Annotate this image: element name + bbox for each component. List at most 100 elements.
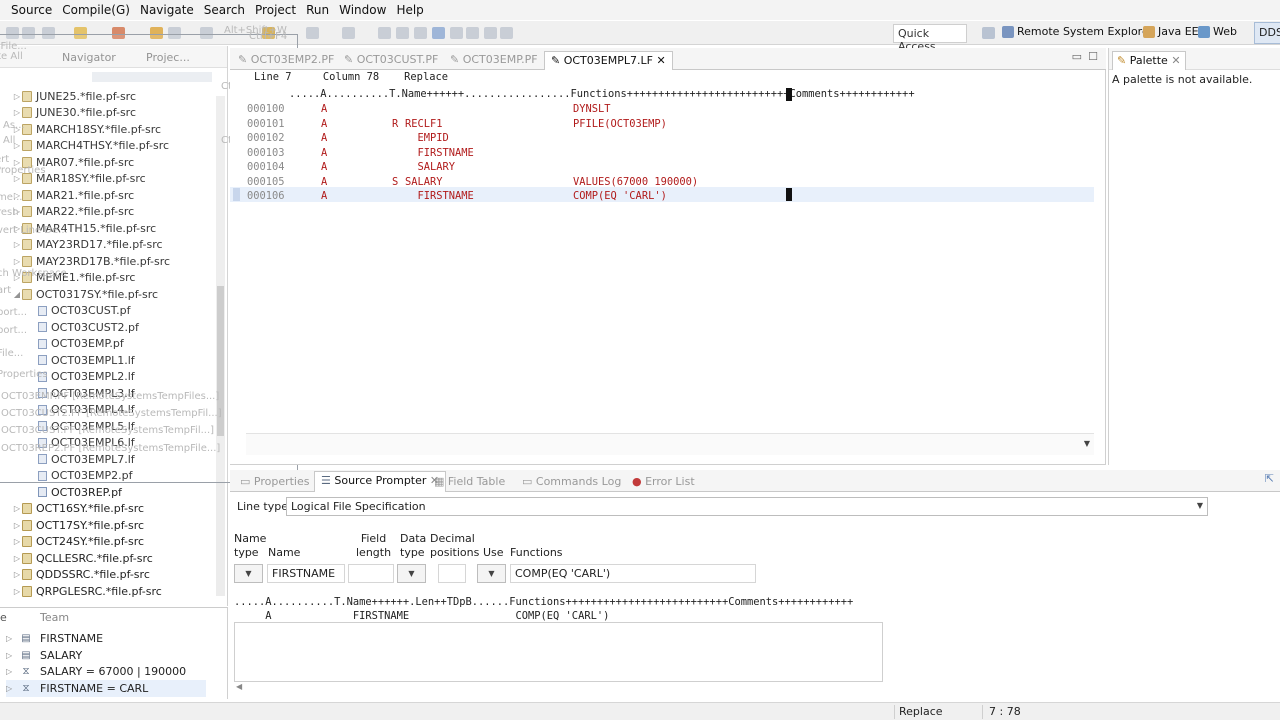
chevron-down-icon[interactable]: ◢ — [12, 290, 22, 299]
step-icon[interactable] — [432, 27, 445, 39]
perspective-dds[interactable]: DDS — [1254, 22, 1280, 44]
tree-member[interactable]: OCT03CUST2.pf — [38, 319, 139, 335]
tree-member[interactable]: OCT03CUST.pf — [38, 303, 131, 319]
drop-frame-icon[interactable] — [484, 27, 497, 39]
menu-source[interactable]: Source — [11, 3, 52, 17]
perspective-rse[interactable]: Remote System Explorer — [1002, 25, 1153, 38]
outline-item[interactable]: ▷ ▤ SALARY — [6, 647, 82, 664]
tree-member[interactable]: OCT03EMP.pf — [38, 336, 124, 352]
terminate-icon[interactable] — [396, 27, 409, 39]
left-scroll-thumb[interactable] — [217, 286, 224, 436]
print-icon[interactable] — [42, 27, 55, 39]
chevron-right-icon[interactable]: ▷ — [12, 587, 22, 596]
chevron-right-icon[interactable]: ▷ — [12, 273, 22, 282]
tab-projects[interactable]: Projec... — [146, 51, 190, 64]
chevron-right-icon[interactable]: ▷ — [12, 141, 22, 150]
editor-scroll-down-icon[interactable]: ▼ — [1084, 439, 1090, 448]
tree-member[interactable]: OCT03EMP2.pf — [38, 468, 132, 484]
tab-properties[interactable]: ▭ Properties — [234, 473, 315, 490]
code-line[interactable]: 000103 A FIRSTNAME — [230, 146, 1094, 160]
resume-icon[interactable] — [414, 27, 427, 39]
tab-source-prompter[interactable]: ☰ Source Prompter ✕ — [314, 471, 447, 492]
tree-source-file[interactable]: ▷ MEME1.*file.pf-src — [12, 270, 136, 286]
stop-icon[interactable] — [378, 27, 391, 39]
tab-oct03emp2-pf[interactable]: ✎ OCT03EMP2.PF — [232, 51, 340, 70]
undo-icon[interactable] — [342, 27, 355, 39]
tree-source-file[interactable]: ▷ OCT16SY.*file.pf-src — [12, 501, 144, 517]
decimal-positions-input[interactable] — [438, 564, 466, 583]
source-editor[interactable]: Line 7 Column 78 Replace .....A.........… — [230, 70, 1106, 465]
code-line[interactable]: 000102 A EMPID — [230, 131, 1094, 145]
functions-field[interactable]: COMP(EQ 'CARL') — [510, 564, 756, 583]
menu-help[interactable]: Help — [396, 3, 423, 17]
chevron-right-icon[interactable]: ▷ — [12, 240, 22, 249]
chevron-right-icon[interactable]: ▷ — [12, 108, 22, 117]
maximize-icon[interactable]: ☐ — [1088, 50, 1098, 63]
tree-source-file[interactable]: ▷ OCT24SY.*file.pf-src — [12, 534, 144, 550]
tree-source-file[interactable]: ▷ MAY23RD17B.*file.pf-src — [12, 253, 170, 269]
refresh-icon[interactable] — [74, 27, 87, 39]
menu-run[interactable]: Run — [306, 3, 329, 17]
build-icon[interactable] — [150, 27, 163, 39]
close-tab-icon[interactable]: ✕ — [656, 54, 665, 67]
chevron-right-icon[interactable]: ▷ — [12, 554, 22, 563]
chevron-right-icon[interactable]: ▷ — [12, 504, 22, 513]
run-icon[interactable] — [112, 27, 125, 39]
tab-field-table[interactable]: ▦ Field Table — [428, 473, 511, 490]
perspective-javaee[interactable]: Java EE — [1143, 25, 1199, 38]
outline-item[interactable]: ▷ ▤ FIRSTNAME — [6, 630, 103, 647]
search-icon[interactable] — [200, 27, 213, 39]
chevron-right-icon[interactable]: ▷ — [12, 125, 22, 134]
tab-oct03empl7-lf[interactable]: ✎ OCT03EMPL7.LF ✕ — [544, 51, 673, 70]
tree-source-file[interactable]: ▷ JUNE30.*file.pf-src — [12, 105, 136, 121]
tree-source-file[interactable]: ▷ MAR07.*file.pf-src — [12, 154, 134, 170]
tab-error-list[interactable]: ● Error List — [626, 473, 701, 490]
open-perspective-icon[interactable] — [982, 27, 995, 39]
chevron-right-icon[interactable]: ▷ — [12, 537, 22, 546]
menu-window[interactable]: Window — [339, 3, 386, 17]
close-palette-icon[interactable]: ✕ — [1171, 54, 1180, 67]
tree-source-file[interactable]: ▷ QCLLESRC.*file.pf-src — [12, 550, 153, 566]
name-field[interactable]: FIRSTNAME — [267, 564, 345, 583]
tree-source-file[interactable]: ▷ MAR22.*file.pf-src — [12, 204, 134, 220]
chevron-right-icon[interactable]: ▷ — [6, 684, 16, 693]
outline-item[interactable]: ▷ ⧖ FIRSTNAME = CARL — [6, 679, 206, 697]
tab-navigator[interactable]: Navigator — [62, 51, 116, 64]
tree-source-file[interactable]: ▷ OCT17SY.*file.pf-src — [12, 517, 144, 533]
name-type-dropdown[interactable]: ▼ — [234, 564, 263, 583]
minimize-icon[interactable]: ▭ — [1072, 50, 1082, 63]
chevron-right-icon[interactable]: ▷ — [12, 224, 22, 233]
field-length-input[interactable] — [348, 564, 394, 583]
tab-outline[interactable]: e — [0, 611, 7, 624]
tab-oct03emp-pf[interactable]: ✎ OCT03EMP.PF — [444, 51, 544, 70]
perspective-web[interactable]: Web — [1198, 25, 1237, 38]
menu-search[interactable]: Search — [204, 3, 245, 17]
chevron-right-icon[interactable]: ▷ — [12, 570, 22, 579]
chevron-right-icon[interactable]: ▷ — [6, 634, 16, 643]
tab-commands-log[interactable]: ▭ Commands Log — [516, 473, 627, 490]
tree-source-file[interactable]: ▷ QRPGLESRC.*file.pf-src — [12, 583, 162, 599]
terminal-icon[interactable] — [500, 27, 513, 39]
tree-member[interactable]: OCT03REP.pf — [38, 484, 122, 500]
chevron-right-icon[interactable]: ▷ — [6, 667, 16, 676]
tree-member[interactable]: OCT03EMPL2.lf — [38, 369, 135, 385]
chevron-right-icon[interactable]: ▷ — [12, 191, 22, 200]
new-icon[interactable] — [6, 27, 19, 39]
line-type-select[interactable]: Logical File Specification ▼ — [286, 497, 1208, 516]
chevron-right-icon[interactable]: ▷ — [12, 257, 22, 266]
save-icon[interactable] — [22, 27, 35, 39]
tree-source-file[interactable]: ▷ MAY23RD17.*file.pf-src — [12, 237, 163, 253]
tree-source-file[interactable]: ▷ JUNE25.*file.pf-src — [12, 88, 136, 104]
tree-member[interactable]: OCT03EMPL7.lf — [38, 451, 135, 467]
outline-item[interactable]: ▷ ⧖ SALARY = 67000 | 190000 — [6, 663, 186, 680]
tree-source-file[interactable]: ◢ OCT0317SY.*file.pf-src — [12, 286, 158, 302]
prompter-message-area[interactable] — [234, 622, 883, 682]
code-line[interactable]: 000106 A FIRSTNAME COMP(EQ 'CARL') — [230, 189, 1094, 203]
tree-source-file[interactable]: ▷ MARCH18SY.*file.pf-src — [12, 121, 161, 137]
tab-palette[interactable]: ✎ Palette ✕ — [1112, 51, 1186, 70]
chevron-right-icon[interactable]: ▷ — [12, 174, 22, 183]
back-icon[interactable] — [306, 27, 319, 39]
tree-member[interactable]: OCT03EMPL3.lf — [38, 385, 135, 401]
maximize-bottom-icon[interactable]: ⇱ — [1265, 472, 1274, 485]
tree-member[interactable]: OCT03EMPL6.lf — [38, 435, 135, 451]
